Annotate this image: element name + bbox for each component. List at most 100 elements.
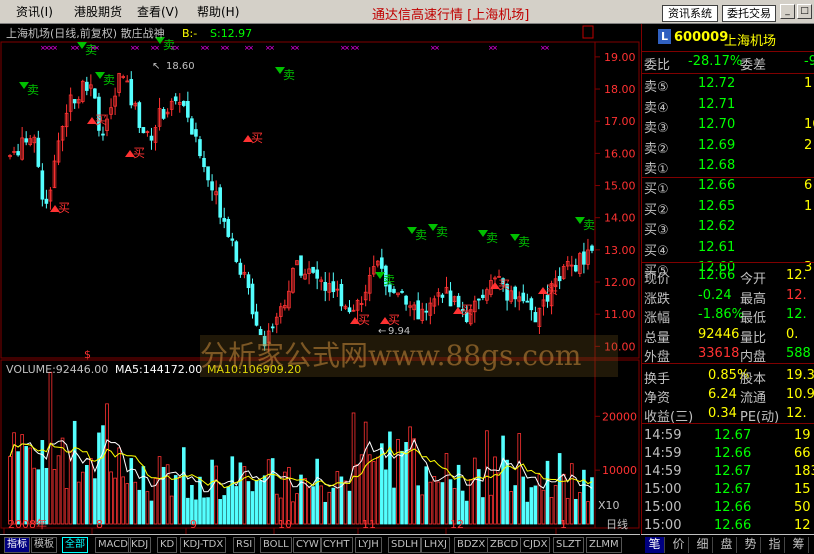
side-tab[interactable]: 盘 bbox=[717, 537, 737, 553]
stat-value: 12. bbox=[786, 307, 807, 322]
ask-row: 卖⑤ 12.72 1 bbox=[642, 74, 814, 95]
bid-price: 12.66 bbox=[698, 178, 736, 193]
volume-bar bbox=[323, 501, 328, 525]
candle-body bbox=[315, 269, 319, 279]
indicator-tab[interactable]: 指标 bbox=[4, 537, 30, 553]
volume-unit: X10 bbox=[598, 499, 620, 512]
ask-row: 卖③ 12.70 16 bbox=[642, 115, 814, 137]
candle-body bbox=[210, 181, 214, 191]
tick-volume: 19 bbox=[794, 428, 811, 443]
fund-value: 10.9 bbox=[786, 387, 814, 402]
ma10-label: MA10:106909.20 bbox=[207, 363, 301, 376]
menu-info[interactable]: 资讯(I) bbox=[16, 4, 53, 20]
side-tab[interactable]: 价 bbox=[669, 537, 689, 553]
candle-body bbox=[206, 166, 210, 181]
volume-bar bbox=[331, 487, 336, 525]
indicator-tab[interactable]: LHXJ bbox=[421, 537, 450, 553]
candle-body bbox=[36, 137, 41, 167]
candle-body bbox=[440, 294, 445, 298]
volume-bar bbox=[384, 469, 388, 525]
tick-time: 14:59 bbox=[644, 464, 682, 479]
volume-bar bbox=[226, 486, 231, 525]
volume-bar bbox=[173, 475, 178, 525]
tick-time: 15:00 bbox=[644, 482, 682, 497]
candle-body bbox=[347, 307, 352, 313]
fund-row: 换手 0.85% 股本 19.3 bbox=[642, 366, 814, 387]
wei-bi-value: -28.17% bbox=[688, 54, 743, 69]
indicator-tab[interactable]: BOLL bbox=[260, 537, 292, 553]
volume-bar bbox=[202, 497, 206, 525]
indicator-tab[interactable]: ZBCD bbox=[487, 537, 522, 553]
side-tab[interactable]: 细 bbox=[693, 537, 713, 553]
top-marker: × bbox=[154, 44, 160, 52]
indicator-tab[interactable]: BDZX bbox=[454, 537, 489, 553]
menu-view[interactable]: 查看(V) bbox=[137, 4, 179, 20]
indicator-tab[interactable]: KDJ-TDX bbox=[180, 537, 227, 553]
indicator-tab[interactable]: ZLMM bbox=[586, 537, 622, 553]
tick-price: 12.67 bbox=[714, 428, 752, 443]
candle-body bbox=[149, 135, 154, 141]
indicator-tab[interactable]: SDLH bbox=[388, 537, 422, 553]
candle-body bbox=[456, 295, 461, 308]
indicator-tab[interactable]: RSI bbox=[233, 537, 256, 553]
indicator-tab[interactable]: CJDX bbox=[520, 537, 551, 553]
indicator-tab[interactable]: 模板 bbox=[31, 537, 57, 553]
menu-help[interactable]: 帮助(H) bbox=[197, 4, 239, 20]
side-tabs: 笔价细盘势指筹 bbox=[641, 534, 814, 554]
maximize-icon[interactable]: □ bbox=[797, 4, 812, 19]
candle-body bbox=[400, 291, 404, 293]
ask-row: 卖④ 12.71 bbox=[642, 95, 814, 116]
tick-row: 14:59 12.66 66 bbox=[642, 444, 814, 464]
volume-bar bbox=[545, 460, 550, 525]
fund-value: 12. bbox=[786, 406, 807, 421]
stock-code: 600009 bbox=[674, 30, 729, 45]
top-marker: × bbox=[74, 44, 80, 52]
minimize-icon[interactable]: _ bbox=[780, 4, 795, 19]
volume-bar bbox=[404, 442, 408, 525]
side-tab[interactable]: 筹 bbox=[789, 537, 809, 553]
side-tab[interactable]: 指 bbox=[765, 537, 785, 553]
volume-bar bbox=[557, 453, 562, 525]
volume-bar bbox=[238, 462, 243, 525]
tick-time: 15:00 bbox=[644, 500, 682, 515]
wei-bi-label: 委比 bbox=[644, 58, 671, 73]
indicator-tab[interactable]: 全部 bbox=[62, 537, 88, 553]
ask-price: 12.68 bbox=[698, 158, 736, 174]
indicator-tab[interactable]: KDJ bbox=[128, 537, 152, 553]
kline-chart[interactable]: 卖卖卖卖卖卖卖卖卖卖卖买买买买买 买买买 买×××× ×× ×× ×× ×× ×× ×× ×× ××… bbox=[0, 24, 640, 534]
volume-bar bbox=[311, 486, 315, 525]
stat-label: 今开 bbox=[740, 272, 767, 287]
volume-bar bbox=[505, 459, 509, 525]
stat-row: 总量 92446 量比 0. bbox=[642, 325, 814, 346]
volume-bar bbox=[40, 440, 45, 525]
side-tab[interactable]: 势 bbox=[741, 537, 761, 553]
menu-hk-futures[interactable]: 港股期货 bbox=[74, 4, 122, 20]
date-tick-label: 11 bbox=[362, 518, 376, 531]
indicator-tab[interactable]: CYHT bbox=[320, 537, 353, 553]
side-tab[interactable]: 笔 bbox=[645, 537, 665, 553]
indicator-tab[interactable]: LYJH bbox=[355, 537, 382, 553]
tick-price: 12.67 bbox=[714, 482, 752, 497]
info-system-button[interactable]: 资讯系统 bbox=[662, 5, 718, 22]
volume-bar bbox=[141, 466, 146, 525]
date-tick-label: 8 bbox=[96, 518, 103, 531]
price-tick-label: 12.00 bbox=[604, 276, 636, 289]
trade-button[interactable]: 委托交易 bbox=[722, 5, 776, 22]
candle-body bbox=[198, 139, 202, 157]
price-tick-label: 16.00 bbox=[604, 147, 636, 160]
tick-volume: 50 bbox=[794, 500, 811, 515]
stat-label: 最高 bbox=[740, 291, 767, 307]
indicator-tab[interactable]: CYW bbox=[293, 537, 322, 553]
candle-body bbox=[529, 298, 534, 311]
sell-mark: 卖 bbox=[415, 228, 427, 242]
ask-label: 卖③ bbox=[644, 121, 669, 137]
indicator-tab[interactable]: SLZT bbox=[553, 537, 584, 553]
indicator-tab[interactable]: KD bbox=[157, 537, 178, 553]
ask-label: 卖④ bbox=[644, 100, 669, 116]
price-tick-label: 17.00 bbox=[604, 115, 636, 128]
low-price-label: 9.94 bbox=[388, 326, 410, 337]
candle-body bbox=[218, 187, 222, 218]
top-marker: × bbox=[269, 44, 275, 52]
volume-bar bbox=[72, 420, 77, 525]
indicator-tab[interactable]: MACD bbox=[95, 537, 131, 553]
